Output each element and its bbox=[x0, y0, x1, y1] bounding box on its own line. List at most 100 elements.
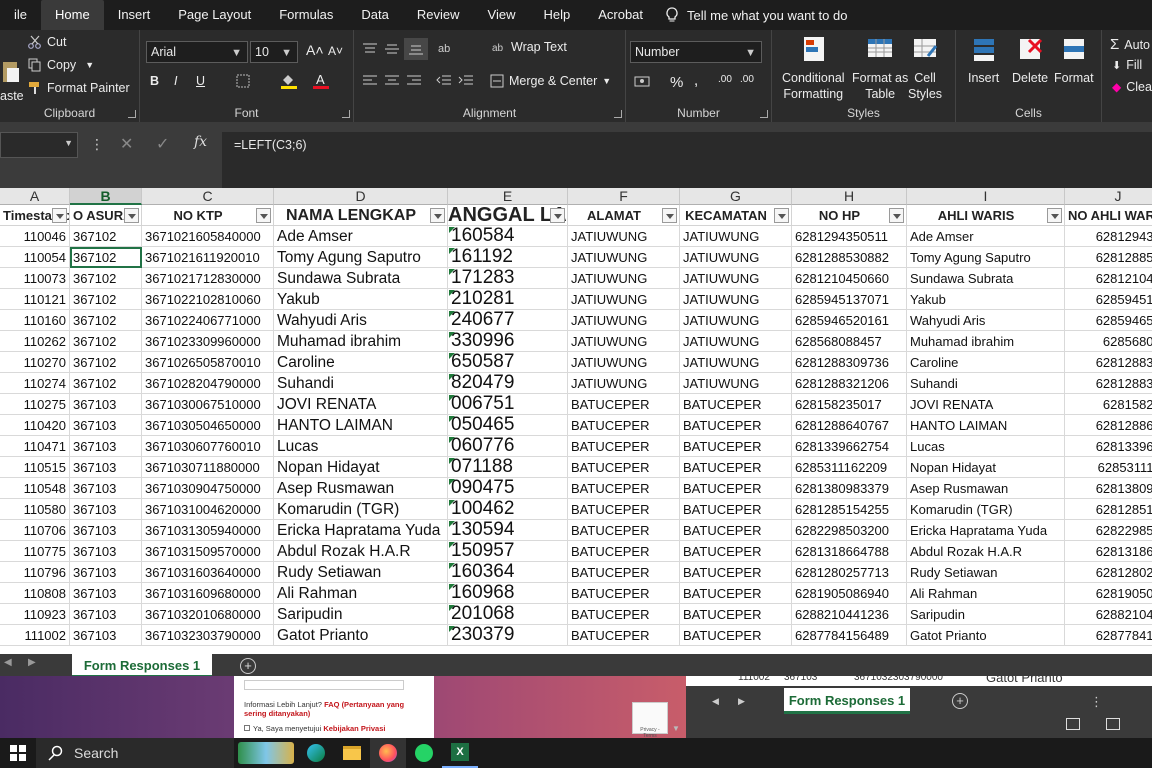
cell-styles-button[interactable]: Cell Styles bbox=[908, 34, 942, 102]
font-name-combo[interactable]: Arial ▼ bbox=[146, 41, 248, 63]
cell-f[interactable]: BATUCEPER bbox=[568, 394, 680, 415]
cell-f[interactable]: BATUCEPER bbox=[568, 625, 680, 646]
cell-b[interactable]: 367103 bbox=[70, 625, 142, 646]
cell-i[interactable]: Caroline bbox=[907, 352, 1065, 373]
fill-color-button[interactable] bbox=[280, 72, 298, 90]
cell-e[interactable]: 210281 bbox=[448, 289, 568, 310]
filter-dropdown-icon[interactable] bbox=[774, 208, 789, 223]
cell-j[interactable]: 6288210441 bbox=[1065, 604, 1152, 625]
tab-acrobat[interactable]: Acrobat bbox=[584, 0, 657, 30]
cell-h[interactable]: 6287784156489 bbox=[792, 625, 907, 646]
cell-d[interactable]: JOVI RENATA bbox=[274, 394, 448, 415]
cell-b[interactable]: 367102 bbox=[70, 352, 142, 373]
cell-d[interactable]: Wahyudi Aris bbox=[274, 310, 448, 331]
cell-f[interactable]: JATIUWUNG bbox=[568, 226, 680, 247]
cell-e[interactable]: 100462 bbox=[448, 499, 568, 520]
cell-h[interactable]: 6285946520161 bbox=[792, 310, 907, 331]
edge-icon[interactable] bbox=[298, 738, 334, 768]
cell-j[interactable]: 6281210450 bbox=[1065, 268, 1152, 289]
cell-d[interactable]: Tomy Agung Saputro bbox=[274, 247, 448, 268]
cell-g[interactable]: JATIUWUNG bbox=[680, 226, 792, 247]
cell-f[interactable]: JATIUWUNG bbox=[568, 289, 680, 310]
cell-b[interactable]: 367102 bbox=[70, 373, 142, 394]
filter-dropdown-icon[interactable] bbox=[256, 208, 271, 223]
cell-a[interactable]: 111002 bbox=[0, 625, 70, 646]
tab-data[interactable]: Data bbox=[347, 0, 402, 30]
cell-j[interactable]: 6285946520 bbox=[1065, 310, 1152, 331]
cell-b[interactable]: 367103 bbox=[70, 583, 142, 604]
filter-dropdown-icon[interactable] bbox=[889, 208, 904, 223]
insert-function-button[interactable]: fx bbox=[194, 134, 207, 150]
cell-c[interactable]: 3671022406771000 bbox=[142, 310, 274, 331]
cell-f[interactable]: JATIUWUNG bbox=[568, 247, 680, 268]
cell-j[interactable]: 6281380983 bbox=[1065, 478, 1152, 499]
cell-h[interactable]: 6281288530882 bbox=[792, 247, 907, 268]
cell-h[interactable]: 6285311162209 bbox=[792, 457, 907, 478]
autosum-button[interactable]: Σ Auto bbox=[1110, 36, 1150, 53]
cell-b[interactable]: 367103 bbox=[70, 562, 142, 583]
column-header-d[interactable]: D bbox=[274, 188, 448, 205]
privacy-link[interactable]: Kebijakan Privasi bbox=[323, 724, 385, 733]
increase-indent-button[interactable] bbox=[458, 74, 474, 88]
cell-c[interactable]: 3671026505870010 bbox=[142, 352, 274, 373]
align-center-button[interactable] bbox=[384, 74, 400, 88]
dialog-launcher-icon[interactable] bbox=[128, 110, 136, 118]
cell-h[interactable]: 6288210441236 bbox=[792, 604, 907, 625]
cell-i[interactable]: Yakub bbox=[907, 289, 1065, 310]
cell-c[interactable]: 3671021605840000 bbox=[142, 226, 274, 247]
cell-a[interactable]: 110923 bbox=[0, 604, 70, 625]
cell-i[interactable]: Abdul Rozak H.A.R bbox=[907, 541, 1065, 562]
cell-e[interactable]: 060776 bbox=[448, 436, 568, 457]
cell-i[interactable]: Komarudin (TGR) bbox=[907, 499, 1065, 520]
cell-a[interactable]: 110808 bbox=[0, 583, 70, 604]
comma-button[interactable]: , bbox=[694, 72, 698, 89]
cell-f[interactable]: BATUCEPER bbox=[568, 499, 680, 520]
cell-a[interactable]: 110796 bbox=[0, 562, 70, 583]
delete-cells-button[interactable]: Delete bbox=[1012, 34, 1048, 86]
cell-h[interactable]: 6281288321206 bbox=[792, 373, 907, 394]
scroll-down-icon[interactable]: ▼ bbox=[672, 724, 680, 733]
add-sheet-icon[interactable]: + bbox=[952, 693, 968, 709]
bold-button[interactable]: B bbox=[150, 74, 159, 88]
cell-a[interactable]: 110046 bbox=[0, 226, 70, 247]
column-header-i[interactable]: I bbox=[907, 188, 1065, 205]
cell-d[interactable]: Ericka Hapratama Yuda bbox=[274, 520, 448, 541]
conditional-formatting-button[interactable]: Conditional Formatting bbox=[782, 34, 845, 102]
cell-a[interactable]: 110420 bbox=[0, 415, 70, 436]
cell-h[interactable]: 6281288640767 bbox=[792, 415, 907, 436]
cell-g[interactable]: BATUCEPER bbox=[680, 478, 792, 499]
cell-g[interactable]: BATUCEPER bbox=[680, 436, 792, 457]
cell-g[interactable]: BATUCEPER bbox=[680, 394, 792, 415]
formula-input[interactable]: =LEFT(C3;6) bbox=[222, 132, 1152, 188]
cell-e[interactable]: 090475 bbox=[448, 478, 568, 499]
cell-e[interactable]: 006751 bbox=[448, 394, 568, 415]
cell-g[interactable]: BATUCEPER bbox=[680, 457, 792, 478]
cell-b[interactable]: 367103 bbox=[70, 499, 142, 520]
cell-j[interactable]: 6281294350 bbox=[1065, 226, 1152, 247]
cell-c[interactable]: 3671028204790000 bbox=[142, 373, 274, 394]
cell-f[interactable]: BATUCEPER bbox=[568, 583, 680, 604]
cell-j[interactable]: 6285311162 bbox=[1065, 457, 1152, 478]
cell-g[interactable]: BATUCEPER bbox=[680, 604, 792, 625]
cell-i[interactable]: HANTO LAIMAN bbox=[907, 415, 1065, 436]
top-align-button[interactable] bbox=[362, 42, 378, 56]
cell-g[interactable]: BATUCEPER bbox=[680, 541, 792, 562]
format-cells-button[interactable]: Format bbox=[1054, 34, 1094, 86]
taskbar-search[interactable]: Search bbox=[36, 738, 234, 768]
paste-button[interactable]: aste bbox=[0, 58, 24, 103]
cell-a[interactable]: 110775 bbox=[0, 541, 70, 562]
cell-h[interactable]: 6282298503200 bbox=[792, 520, 907, 541]
cell-a[interactable]: 110275 bbox=[0, 394, 70, 415]
cell-e[interactable]: 160364 bbox=[448, 562, 568, 583]
cell-h[interactable]: 6281905086940 bbox=[792, 583, 907, 604]
cell-a[interactable]: 110548 bbox=[0, 478, 70, 499]
dup-sheet-tab[interactable]: Form Responses 1 bbox=[784, 688, 910, 714]
cell-i[interactable]: Rudy Setiawan bbox=[907, 562, 1065, 583]
cell-i[interactable]: Tomy Agung Saputro bbox=[907, 247, 1065, 268]
cell-j[interactable]: 6281288530 bbox=[1065, 247, 1152, 268]
cell-a[interactable]: 110706 bbox=[0, 520, 70, 541]
cancel-icon[interactable]: ✕ bbox=[120, 134, 133, 154]
cell-e[interactable]: 820479 bbox=[448, 373, 568, 394]
cell-b[interactable]: 367103 bbox=[70, 415, 142, 436]
cell-h[interactable]: 6281280257713 bbox=[792, 562, 907, 583]
